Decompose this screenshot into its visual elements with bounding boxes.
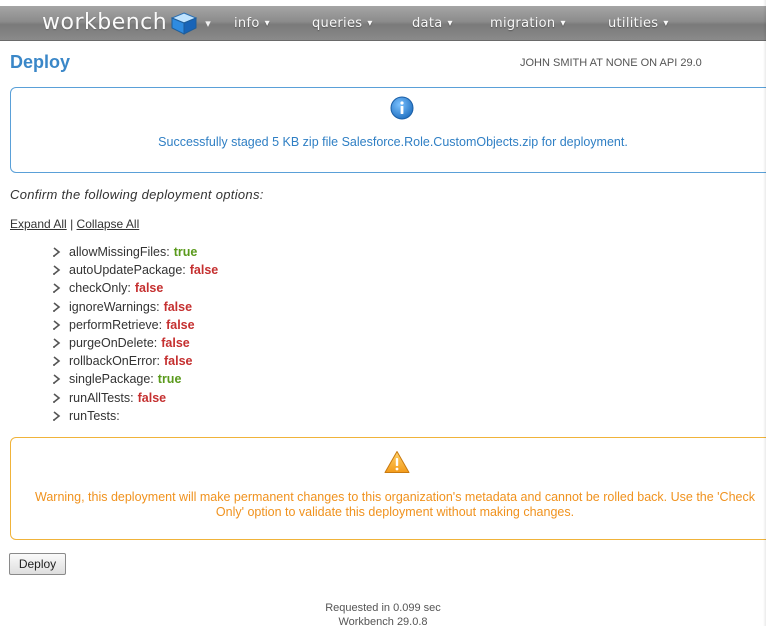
option-name: rollbackOnError: bbox=[69, 354, 160, 369]
request-time: Requested in 0.099 sec bbox=[325, 602, 441, 614]
expand-all-link[interactable]: Expand All bbox=[10, 217, 67, 231]
warning-message-box: Warning, this deployment will make perma… bbox=[10, 437, 766, 540]
option-value: false bbox=[189, 263, 219, 278]
menu-info-label: info bbox=[234, 15, 260, 31]
expand-arrow-icon bbox=[53, 392, 61, 403]
top-nav-bar: workbench ▾ info ▾ queries ▾ data ▾ migrati… bbox=[0, 6, 766, 41]
option-value: false bbox=[163, 299, 193, 314]
chevron-down-icon: ▾ bbox=[447, 17, 453, 29]
option-name: autoUpdatePackage: bbox=[69, 263, 186, 278]
menu-utilities[interactable]: utilities ▾ bbox=[608, 6, 669, 40]
option-item[interactable]: autoUpdatePackage: false bbox=[51, 261, 218, 279]
expand-arrow-icon bbox=[53, 265, 61, 276]
option-item[interactable]: ignoreWarnings: false bbox=[51, 298, 218, 316]
option-item[interactable]: performRetrieve: false bbox=[51, 316, 218, 334]
menu-data[interactable]: data ▾ bbox=[412, 6, 453, 40]
option-value: true bbox=[173, 245, 198, 260]
chevron-down-icon: ▾ bbox=[264, 17, 270, 29]
workbench-logo[interactable]: workbench ▾ bbox=[42, 11, 211, 35]
option-item[interactable]: rollbackOnError: false bbox=[51, 352, 218, 370]
option-name: allowMissingFiles: bbox=[69, 245, 170, 260]
deploy-button[interactable]: Deploy bbox=[9, 553, 66, 575]
confirm-heading: Confirm the following deployment options… bbox=[10, 187, 264, 202]
deployment-options-list: allowMissingFiles: true autoUpdatePackag… bbox=[51, 243, 218, 425]
info-message-box: Successfully staged 5 KB zip file Salesf… bbox=[10, 87, 766, 173]
option-item[interactable]: allowMissingFiles: true bbox=[51, 243, 218, 261]
option-name: purgeOnDelete: bbox=[69, 336, 158, 351]
option-name: performRetrieve: bbox=[69, 317, 163, 332]
menu-data-label: data bbox=[412, 15, 443, 31]
menu-utilities-label: utilities bbox=[608, 15, 659, 31]
option-value: false bbox=[161, 336, 190, 351]
info-icon bbox=[390, 96, 414, 120]
expand-collapse-controls: Expand All | Collapse All bbox=[10, 217, 139, 231]
collapse-all-link[interactable]: Collapse All bbox=[77, 217, 140, 231]
user-info: JOHN SMITH AT NONE ON API 29.0 bbox=[520, 57, 702, 69]
expand-arrow-icon bbox=[53, 356, 61, 367]
menu-queries-label: queries bbox=[312, 15, 363, 31]
option-value: false bbox=[134, 281, 164, 296]
option-item[interactable]: runTests: bbox=[51, 407, 218, 425]
option-name: ignoreWarnings: bbox=[69, 299, 160, 314]
chevron-down-icon: ▾ bbox=[663, 17, 669, 29]
chevron-down-icon: ▾ bbox=[560, 17, 566, 29]
menu-info[interactable]: info ▾ bbox=[234, 6, 270, 40]
expand-arrow-icon bbox=[53, 247, 61, 258]
option-name: singlePackage: bbox=[69, 372, 154, 387]
separator: | bbox=[70, 217, 74, 231]
option-value: false bbox=[164, 354, 193, 369]
option-value: false bbox=[166, 317, 195, 332]
option-value: true bbox=[157, 372, 182, 387]
chevron-down-icon: ▾ bbox=[367, 17, 373, 29]
option-name: runTests: bbox=[69, 408, 120, 423]
expand-arrow-icon bbox=[53, 302, 61, 312]
logo-text: workbench bbox=[42, 10, 168, 35]
expand-arrow-icon bbox=[53, 338, 61, 349]
info-message: Successfully staged 5 KB zip file Salesf… bbox=[158, 135, 628, 149]
expand-arrow-icon bbox=[53, 320, 61, 330]
expand-arrow-icon bbox=[53, 411, 61, 421]
page-footer: Requested in 0.099 sec Workbench 29.0.8 bbox=[0, 601, 766, 626]
option-name: checkOnly: bbox=[69, 281, 131, 296]
warning-message: Warning, this deployment will make perma… bbox=[35, 490, 755, 519]
option-item[interactable]: runAllTests: false bbox=[51, 389, 218, 407]
option-item[interactable]: checkOnly: false bbox=[51, 279, 218, 297]
menu-migration-label: migration bbox=[490, 15, 556, 31]
option-item[interactable]: singlePackage: true bbox=[51, 370, 218, 388]
page: workbench ▾ info ▾ queries ▾ data ▾ migrati… bbox=[0, 0, 766, 626]
cube-logo-icon bbox=[170, 12, 198, 35]
option-name: runAllTests: bbox=[69, 390, 134, 405]
expand-arrow-icon bbox=[53, 374, 61, 385]
option-item[interactable]: purgeOnDelete: false bbox=[51, 334, 218, 352]
expand-arrow-icon bbox=[53, 283, 61, 294]
option-value: false bbox=[137, 390, 167, 405]
version-info: Workbench 29.0.8 bbox=[338, 616, 428, 626]
warning-icon bbox=[384, 451, 410, 473]
chevron-down-icon: ▾ bbox=[205, 16, 211, 30]
menu-queries[interactable]: queries ▾ bbox=[312, 6, 373, 40]
page-title: Deploy bbox=[10, 52, 71, 72]
menu-migration[interactable]: migration ▾ bbox=[490, 6, 566, 40]
